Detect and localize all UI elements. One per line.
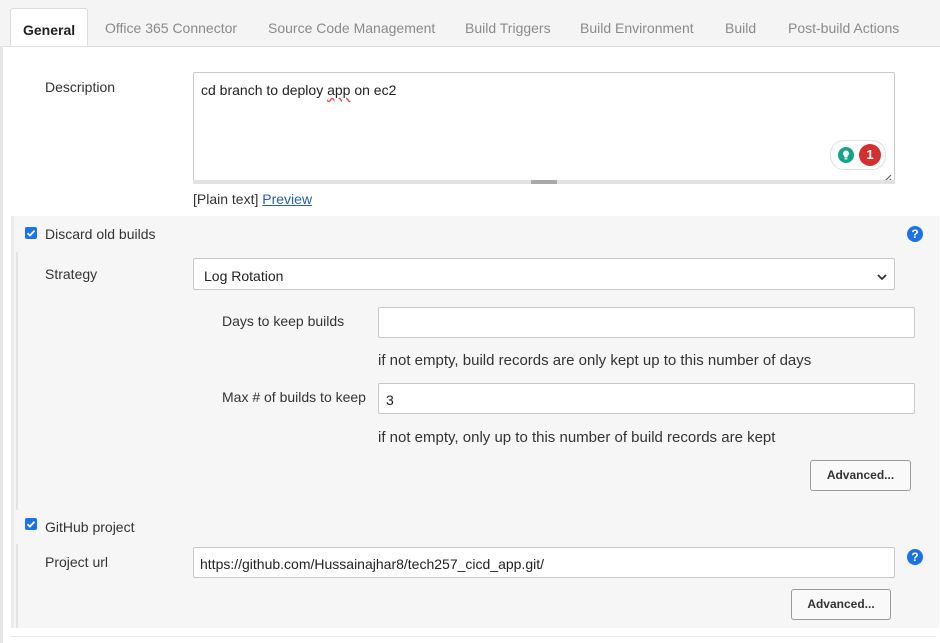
project-url-input[interactable]: https://github.com/Hussainajhar8/tech257… <box>193 547 895 578</box>
strategy-value: Log Rotation <box>204 268 284 284</box>
description-text: cd branch to deploy app on ec2 <box>201 82 397 98</box>
strategy-select[interactable]: Log Rotation <box>193 258 895 290</box>
tab-build-environment[interactable]: Build Environment <box>580 20 694 36</box>
discard-builds-advanced-button[interactable]: Advanced... <box>810 460 911 491</box>
max-builds-value: 3 <box>386 392 394 408</box>
help-icon[interactable]: ? <box>907 549 923 565</box>
resize-grip-icon[interactable] <box>883 170 892 183</box>
lightbulb-icon <box>838 147 854 163</box>
tab-build[interactable]: Build <box>725 20 756 36</box>
discard-builds-body <box>16 252 938 510</box>
help-icon[interactable]: ? <box>907 226 923 242</box>
discard-builds-checkbox[interactable] <box>25 227 37 239</box>
section-divider <box>11 636 936 637</box>
preview-link[interactable]: Preview <box>262 191 312 207</box>
page-left-border <box>0 46 3 643</box>
description-label: Description <box>45 79 116 95</box>
tab-general[interactable]: General <box>10 8 89 46</box>
resize-handle[interactable] <box>531 180 557 184</box>
format-indicator: [Plain text] Preview <box>193 191 313 207</box>
tab-source-code-management[interactable]: Source Code Management <box>268 20 435 36</box>
tab-post-build-actions[interactable]: Post-build Actions <box>788 20 899 36</box>
github-project-header <box>14 510 936 544</box>
checkmark-icon <box>26 520 36 528</box>
days-to-keep-input[interactable] <box>378 307 915 338</box>
project-url-label: Project url <box>45 554 109 570</box>
tab-build-triggers[interactable]: Build Triggers <box>465 20 551 36</box>
discard-builds-label: Discard old builds <box>45 226 156 242</box>
days-to-keep-hint: if not empty, build records are only kep… <box>378 352 812 369</box>
checkmark-icon <box>26 229 36 237</box>
project-url-value: https://github.com/Hussainajhar8/tech257… <box>200 556 544 572</box>
spellcheck-flagged-word: app <box>327 82 351 98</box>
strategy-label: Strategy <box>45 266 98 282</box>
days-to-keep-label: Days to keep builds <box>222 313 345 329</box>
textarea-resize-bar[interactable] <box>193 180 895 184</box>
github-project-checkbox[interactable] <box>25 518 37 530</box>
grammar-count-badge: 1 <box>859 144 881 166</box>
description-textarea[interactable]: cd branch to deploy app on ec2 1 <box>193 72 895 183</box>
max-builds-label: Max # of builds to keep <box>222 389 366 405</box>
github-project-label: GitHub project <box>45 519 135 535</box>
grammar-assistant-badge[interactable]: 1 <box>830 140 886 170</box>
max-builds-input[interactable]: 3 <box>378 383 915 414</box>
tab-office-365-connector[interactable]: Office 365 Connector <box>105 20 237 36</box>
max-builds-hint: if not empty, only up to this number of … <box>378 429 776 446</box>
github-advanced-button[interactable]: Advanced... <box>791 589 891 620</box>
chevron-down-icon <box>876 269 888 285</box>
